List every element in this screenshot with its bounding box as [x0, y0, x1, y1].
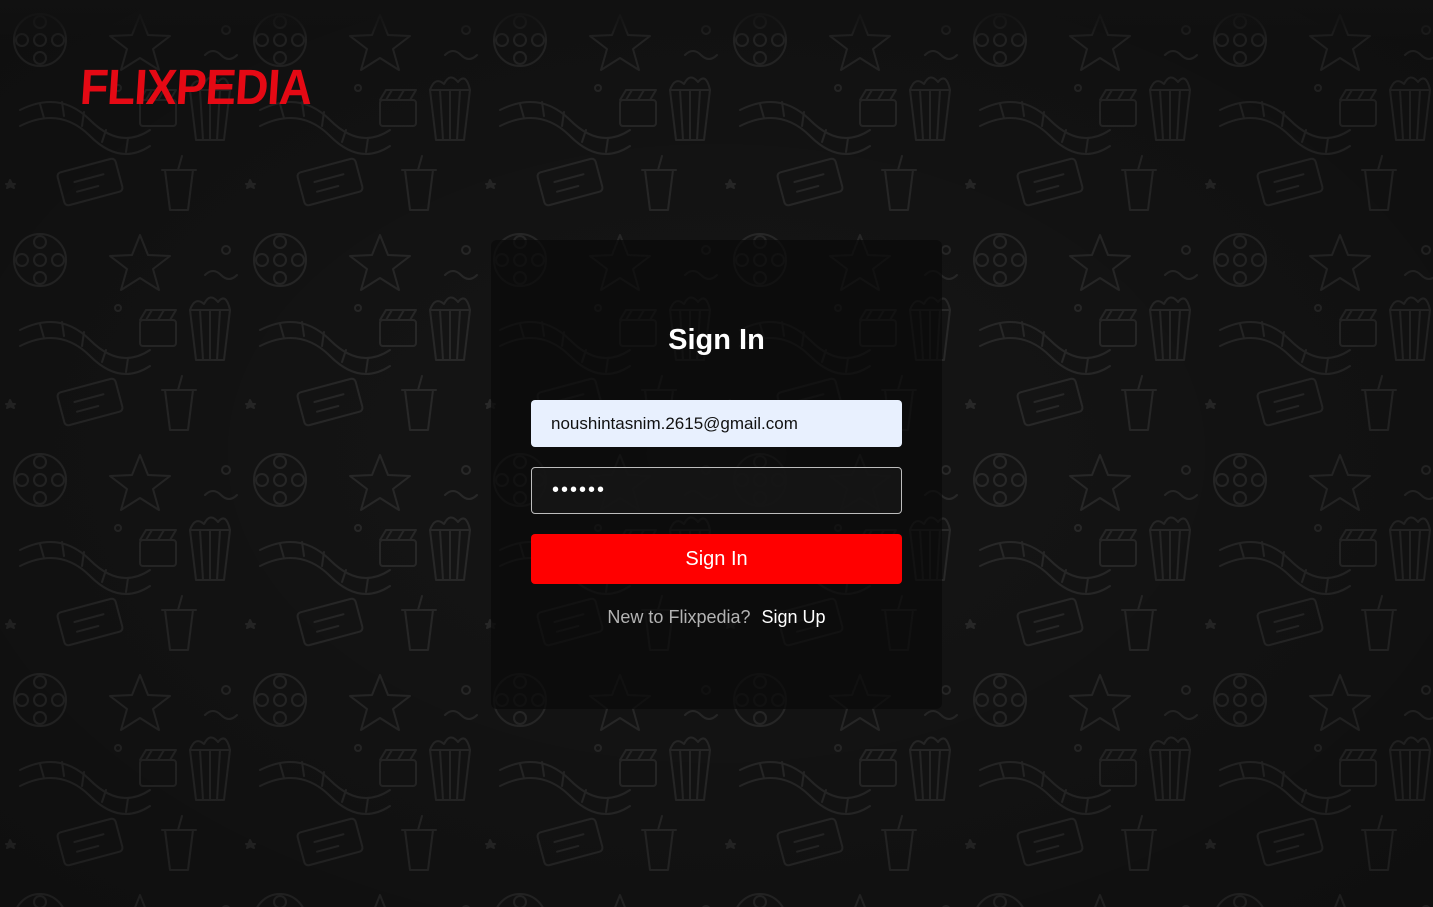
signin-title: Sign In [668, 324, 765, 356]
new-user-prompt: New to Flixpedia? [607, 607, 751, 627]
top-gradient [0, 0, 1433, 40]
signin-button[interactable]: Sign In [531, 534, 902, 584]
signup-link[interactable]: Sign Up [762, 607, 826, 627]
signup-prompt-row: New to Flixpedia? Sign Up [0, 605, 1433, 629]
email-field[interactable] [531, 400, 902, 447]
password-field[interactable] [531, 467, 902, 514]
signin-page: FLIXPEDIA Sign In Sign In New to Flixped… [0, 0, 1433, 907]
flixpedia-logo[interactable]: FLIXPEDIA [79, 59, 314, 115]
